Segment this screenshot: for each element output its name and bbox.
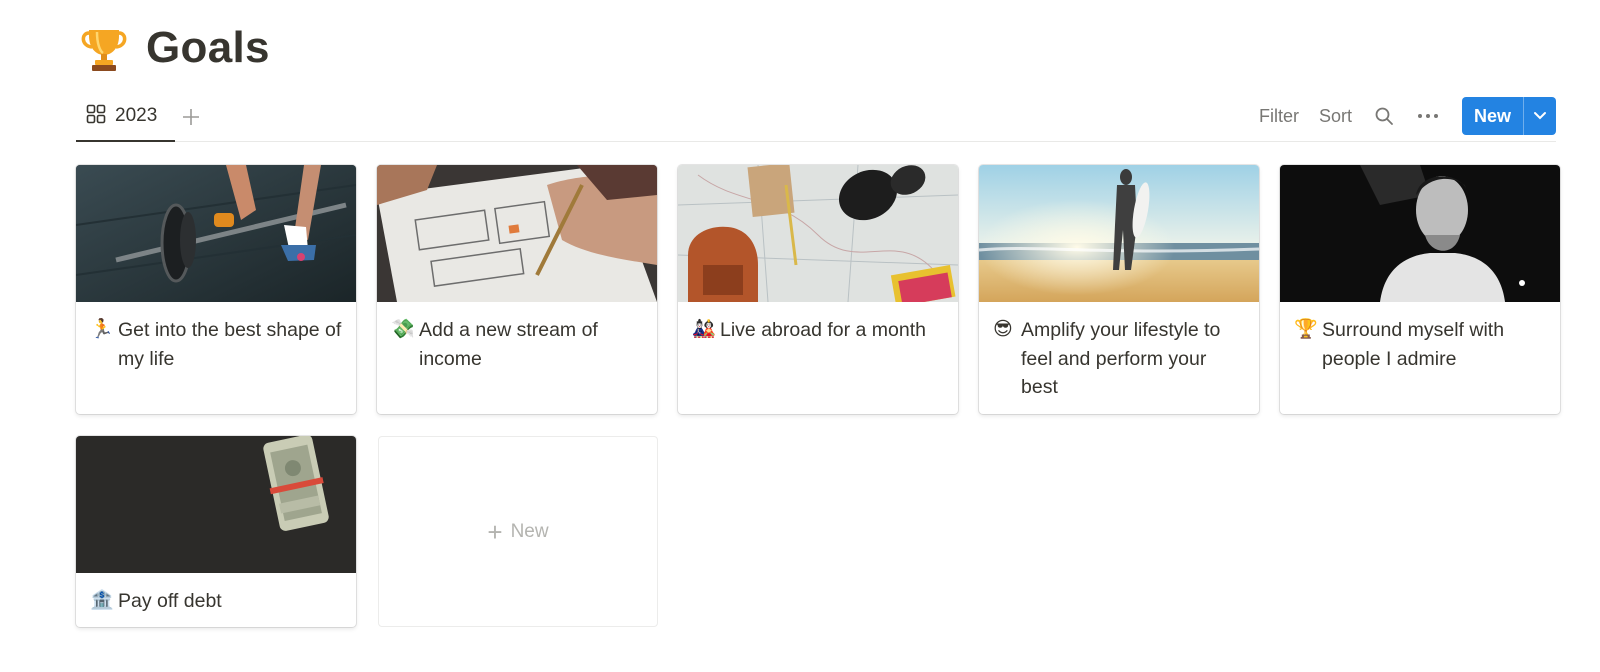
cash-roll-photo [76, 436, 356, 573]
page-header: Goals [76, 18, 270, 78]
more-icon [1417, 114, 1438, 118]
card-title: Add a new stream of income [419, 319, 598, 370]
gallery-card[interactable]: 💸 Add a new stream of income [377, 165, 657, 414]
page-title: Goals [146, 23, 270, 72]
plus-icon: + [487, 516, 503, 547]
new-dropdown-button[interactable] [1524, 97, 1556, 135]
search-icon [1375, 107, 1393, 125]
chevron-down-icon [1534, 112, 1546, 120]
portrait-man-photo [1280, 165, 1560, 302]
view-bar: 2023 Filter Sort New [76, 92, 1556, 142]
sort-button[interactable]: Sort [1319, 106, 1352, 127]
gallery-card[interactable]: 🏦 Pay off debt [76, 436, 356, 627]
running-icon: 🏃 [90, 319, 114, 340]
new-button-group: New [1461, 97, 1556, 135]
surfer-sunset-photo [979, 165, 1259, 302]
tab-2023[interactable]: 2023 [76, 92, 175, 142]
gallery-card[interactable]: 🏆 Surround myself with people I admire [1280, 165, 1560, 414]
tab-label: 2023 [115, 105, 158, 126]
add-view-button[interactable] [178, 104, 204, 130]
sketching-wireframes-photo [377, 165, 657, 302]
gallery-card[interactable]: 🏃 Get into the best shape of my life [76, 165, 356, 414]
trophy-emoji-icon: 🏆 [1294, 319, 1318, 340]
plus-icon [183, 109, 199, 125]
more-options-button[interactable] [1416, 104, 1440, 128]
gallery-card[interactable]: 🎎 Live abroad for a month [678, 165, 958, 414]
travel-map-photo [678, 165, 958, 302]
barbell-gym-photo [76, 165, 356, 302]
filter-button[interactable]: Filter [1259, 106, 1299, 127]
new-card-button[interactable]: + New [378, 436, 658, 627]
sunglasses-face-icon: 😎 [993, 319, 1013, 340]
new-card-label: New [510, 520, 549, 542]
card-title: Pay off debt [118, 590, 222, 612]
card-title: Surround myself with people I admire [1322, 319, 1505, 370]
card-title: Amplify your lifestyle to feel and perfo… [1021, 319, 1221, 398]
new-button[interactable]: New [1462, 97, 1524, 135]
money-with-wings-icon: 💸 [391, 319, 415, 340]
toolbar: Filter Sort New [1239, 96, 1556, 136]
bank-icon: 🏦 [90, 590, 114, 611]
card-title: Get into the best shape of my life [118, 319, 342, 370]
dolls-icon: 🎎 [692, 319, 716, 340]
card-title: Live abroad for a month [720, 319, 926, 341]
search-button[interactable] [1372, 104, 1396, 128]
gallery-card[interactable]: 😎 Amplify your lifestyle to feel and per… [979, 165, 1259, 414]
trophy-icon[interactable] [76, 20, 132, 76]
gallery-icon [86, 104, 106, 129]
